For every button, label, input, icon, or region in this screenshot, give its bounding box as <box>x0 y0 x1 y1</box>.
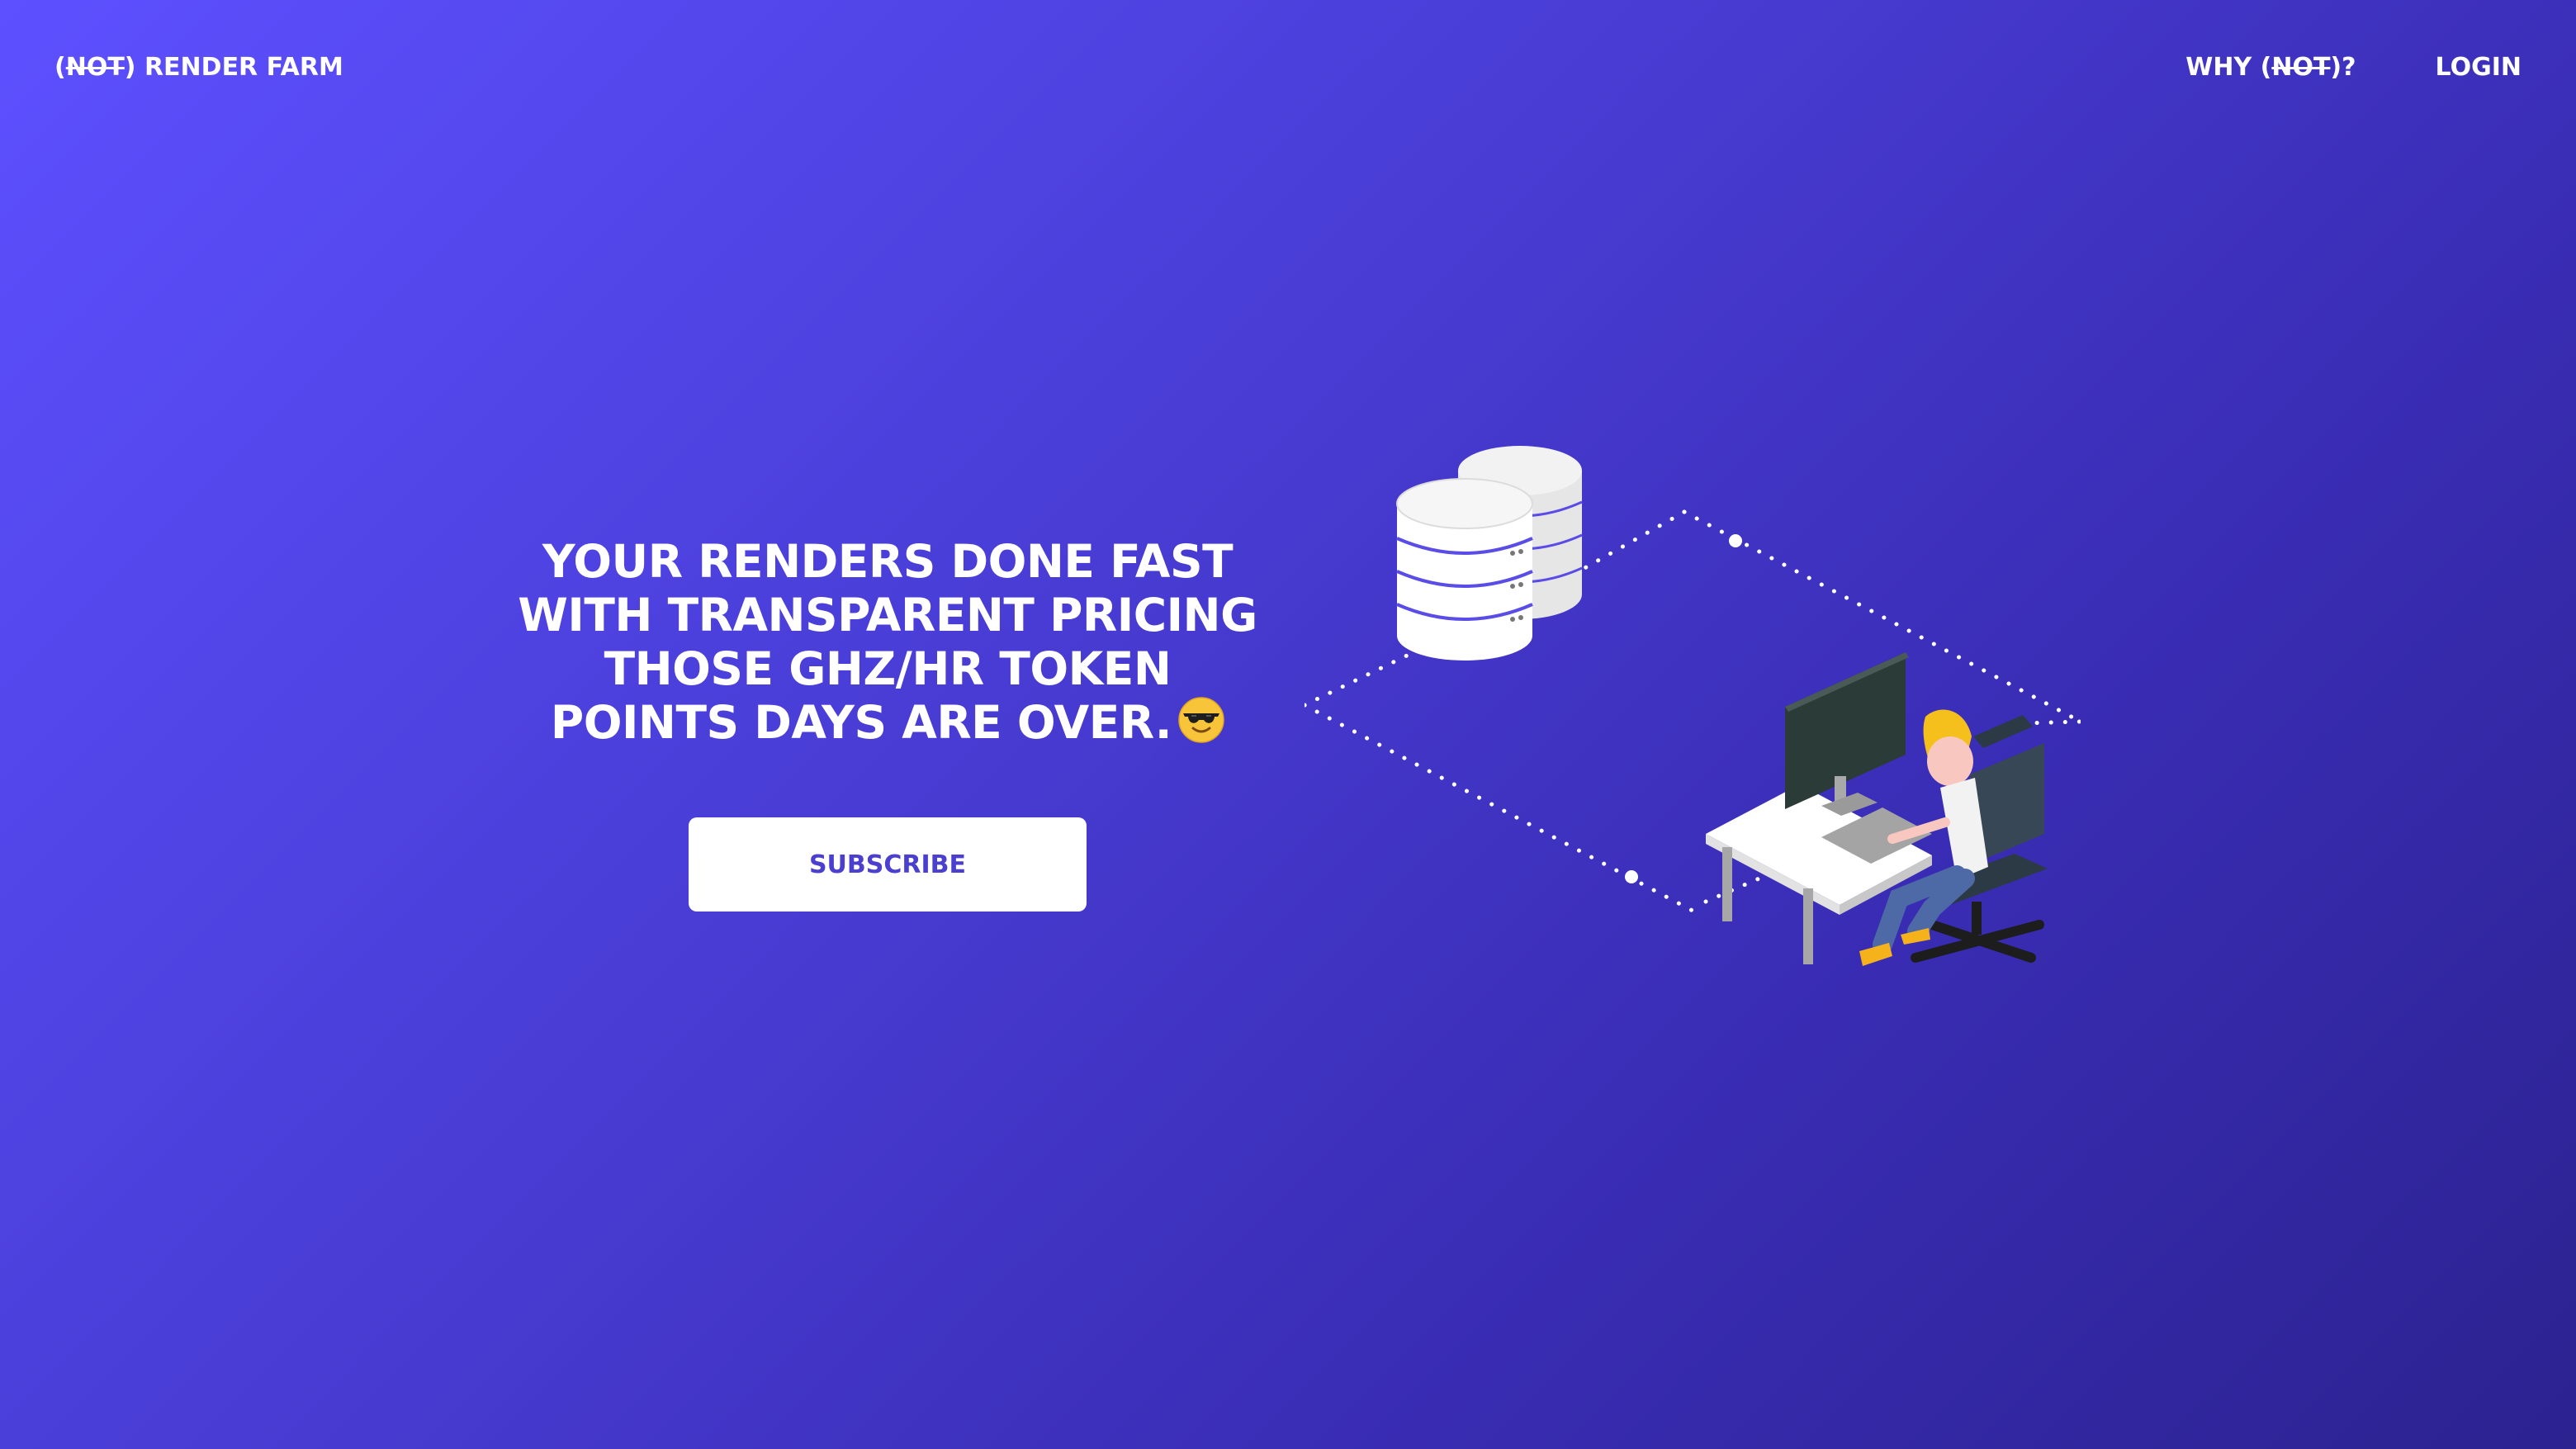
desk <box>1706 784 1932 964</box>
sunglasses-emoji-icon <box>1178 697 1224 743</box>
headline-line-4: POINTS DAYS ARE OVER. <box>462 696 1313 750</box>
nav-why-prefix: WHY ( <box>2185 53 2272 82</box>
headline-line-1: YOUR RENDERS DONE FAST <box>542 535 1234 588</box>
nav-why-suffix: )? <box>2330 53 2356 82</box>
hero-headline: YOUR RENDERS DONE FAST WITH TRANSPARENT … <box>462 535 1313 750</box>
brand-name: RENDER FARM <box>135 53 343 82</box>
brand-strike: NOT <box>65 53 125 82</box>
headline-line-2: WITH TRANSPARENT PRICING <box>518 589 1257 642</box>
nav-why-link[interactable]: WHY (NOT)? <box>2185 53 2356 82</box>
monitor <box>1785 652 1909 816</box>
subscribe-button[interactable]: SUBSCRIBE <box>689 817 1087 912</box>
render-farm-illustration <box>1305 446 2081 966</box>
server-stack-front <box>1396 478 1533 661</box>
nav-why-strike: NOT <box>2271 53 2331 82</box>
headline-line-4-text: POINTS DAYS ARE OVER. <box>550 696 1172 749</box>
brand-logo[interactable]: (NOT) RENDER FARM <box>54 53 343 82</box>
hero-section: YOUR RENDERS DONE FAST WITH TRANSPARENT … <box>462 535 1313 750</box>
headline-line-3: THOSE GHZ/HR TOKEN <box>604 642 1172 695</box>
diamond-node-top <box>1729 534 1742 547</box>
nav-login-link[interactable]: LOGIN <box>2436 53 2522 82</box>
top-nav: WHY (NOT)? LOGIN <box>2185 53 2522 82</box>
diamond-node-bottom <box>1625 870 1638 883</box>
